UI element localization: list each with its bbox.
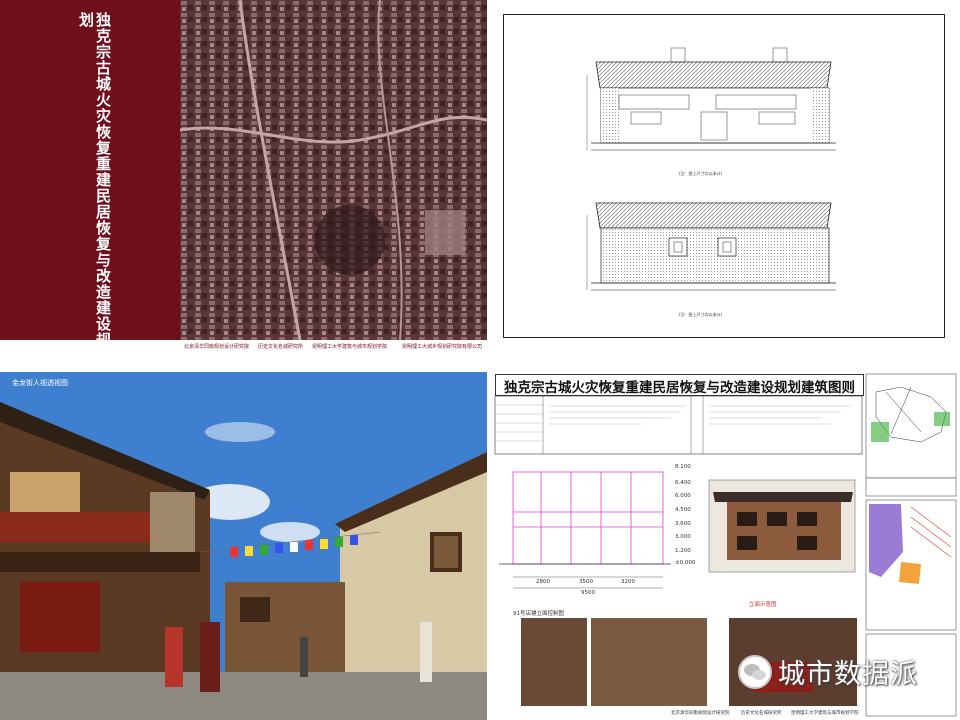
rendering-label: 金龙街人视透视图 xyxy=(12,379,68,387)
height-3: 6.000 xyxy=(675,493,691,499)
sheet-footer-3: 昆明理工大学建筑与城市规划学院 xyxy=(791,711,859,716)
street-rendering xyxy=(0,372,487,720)
footer-org-2: 历史文化名城研究所 xyxy=(258,344,304,350)
height-1: 8.100 xyxy=(675,464,691,470)
upper-caption: (注：图上尺寸均以米计) xyxy=(679,170,723,176)
sheet-footer-2: 历史文化名城研究所 xyxy=(741,711,782,716)
height-8: ±0.000 xyxy=(675,560,696,566)
height-2: 6.400 xyxy=(675,480,691,486)
elevation-drawings-panel: (注：图上尺寸均以米计) (注：图上尺寸均以米计) xyxy=(491,0,960,352)
dim-2: 3500 xyxy=(579,579,593,585)
height-5: 3.600 xyxy=(675,521,691,527)
height-6: 3.000 xyxy=(675,534,691,540)
dim-3: 3200 xyxy=(621,579,635,585)
elevation-drawing: (注：图上尺寸均以米计) (注：图上尺寸均以米计) xyxy=(586,47,836,317)
footer-org-3: 昆明理工大学建筑与城市规划学院 xyxy=(312,344,388,350)
height-4: 4.500 xyxy=(675,507,691,513)
photo-label: 立面示意图 xyxy=(749,602,777,608)
aerial-photo xyxy=(179,0,487,341)
total-dim: 9500 xyxy=(581,590,595,596)
elevation-label: 91号店铺立面控制图 xyxy=(513,611,564,617)
wechat-logo-icon xyxy=(738,654,772,689)
height-7: 1.200 xyxy=(675,548,691,554)
cover-panel: 独克宗古城火灾恢复重建民居恢复与改造建设规划 北京清华同衡规划设计研究院 历史文… xyxy=(0,0,487,352)
lower-caption: (注：图上尺寸均以米计) xyxy=(679,311,723,317)
dim-1: 2800 xyxy=(536,579,550,585)
cover-footer: 北京清华同衡规划设计研究院 历史文化名城研究所 昆明理工大学建筑与城市规划学院 … xyxy=(180,340,487,352)
street-rendering-panel: 金龙街人视透视图 xyxy=(0,372,487,720)
watermark: 城市数据派 xyxy=(738,652,918,691)
cover-title: 独克宗古城火灾恢复重建民居恢复与改造建设规划 xyxy=(77,12,112,348)
footer-org-1: 北京清华同衡规划设计研究院 xyxy=(184,344,250,350)
footer-org-4: 昆明理工大城乡规划研究院有限公司 xyxy=(402,344,483,350)
watermark-text: 城市数据派 xyxy=(778,659,918,690)
sheet-footer-1: 北京清华同衡规划设计研究院 xyxy=(671,711,730,716)
